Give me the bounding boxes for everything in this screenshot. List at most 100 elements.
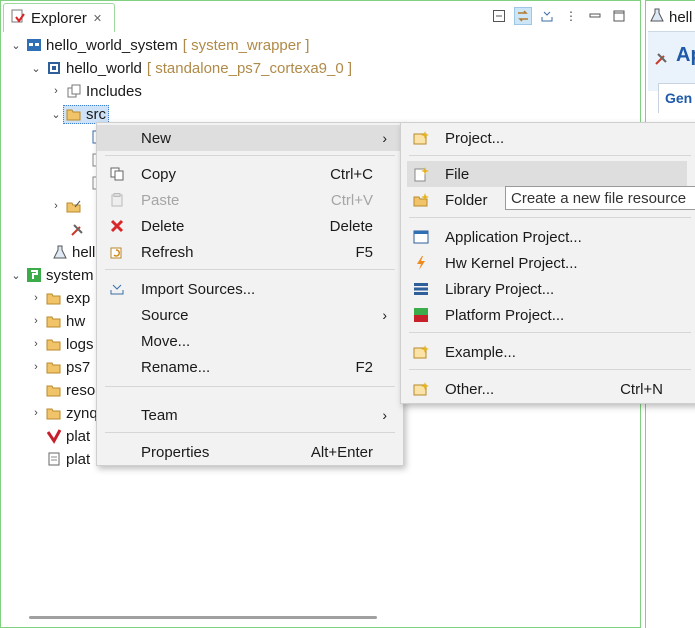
new-other-icon xyxy=(413,381,429,397)
explorer-icon xyxy=(10,8,26,28)
platform-project-icon xyxy=(26,267,42,283)
menu-item-other[interactable]: Other... Ctrl+N xyxy=(401,376,695,402)
maximize-icon[interactable] xyxy=(610,7,628,25)
view-menu-icon[interactable]: ⋮ xyxy=(562,7,580,25)
tree-item-exp[interactable]: › exp xyxy=(29,287,90,309)
menu-item-label: Library Project... xyxy=(445,280,555,298)
menu-item-refresh[interactable]: Refresh F5 xyxy=(97,239,403,265)
menu-item-source[interactable]: Source › xyxy=(97,302,403,328)
menu-item-file[interactable]: File xyxy=(407,161,687,187)
minimize-icon[interactable] xyxy=(586,7,604,25)
menu-item-example[interactable]: Example... xyxy=(401,339,695,365)
view-toolbar: ⋮ xyxy=(490,7,628,25)
menu-separator xyxy=(105,155,395,156)
menu-item-rename[interactable]: Rename... F2 xyxy=(97,354,403,380)
chevron-right-icon: › xyxy=(382,130,387,146)
close-icon[interactable]: ✕ xyxy=(93,12,102,25)
menu-item-move[interactable]: Move... xyxy=(97,328,403,354)
menu-item-new[interactable]: New › xyxy=(97,125,403,151)
copy-icon xyxy=(109,166,125,182)
tree-item-system[interactable]: ⌄ system xyxy=(9,264,93,286)
tree-item-hw[interactable]: › hw xyxy=(29,310,85,332)
menu-item-shortcut: Ctrl+V xyxy=(330,191,373,209)
tree-item-hello-world-system[interactable]: ⌄ hello_world_system [ system_wrapper ] xyxy=(9,34,309,56)
tree-item-plat[interactable]: plat xyxy=(43,425,90,447)
includes-icon xyxy=(66,83,82,99)
tools-icon xyxy=(654,50,670,70)
tree-item-decoration: [ system_wrapper ] xyxy=(182,36,310,54)
menu-separator xyxy=(409,217,691,218)
tree-item-label: hello_world_system xyxy=(46,36,178,54)
menu-item-project[interactable]: Project... xyxy=(401,125,695,151)
menu-item-shortcut: Alt+Enter xyxy=(310,443,373,461)
menu-item-library-project[interactable]: Library Project... xyxy=(401,276,695,302)
tree-item-config[interactable] xyxy=(67,218,90,240)
menu-item-label: Platform Project... xyxy=(445,306,565,324)
menu-item-label: File xyxy=(445,165,470,183)
editor-tab[interactable]: hell xyxy=(646,3,695,31)
import-icon xyxy=(109,281,125,297)
folder-icon xyxy=(46,313,62,329)
chevron-down-icon[interactable]: ⌄ xyxy=(9,39,23,52)
menu-item-copy[interactable]: Copy Ctrl+C xyxy=(97,161,403,187)
link-with-editor-icon[interactable] xyxy=(514,7,532,25)
tree-item-label: hell xyxy=(72,243,96,261)
new-file-icon xyxy=(413,166,429,182)
tree-item-folder[interactable]: › xyxy=(49,195,86,217)
chevron-down-icon[interactable]: ⌄ xyxy=(49,108,63,121)
tree-item-label: plat xyxy=(66,450,91,468)
menu-item-shortcut: F2 xyxy=(355,358,373,376)
folder-icon xyxy=(46,405,62,421)
tree-item-ps7[interactable]: › ps7 xyxy=(29,356,90,378)
tree-item-includes[interactable]: › Includes xyxy=(49,80,142,102)
chevron-right-icon[interactable]: › xyxy=(29,361,43,373)
flask-icon xyxy=(650,8,664,26)
horizontal-scrollbar[interactable] xyxy=(29,616,377,619)
lightning-icon xyxy=(413,255,429,271)
library-project-icon xyxy=(413,281,429,297)
menu-item-team[interactable]: Team › xyxy=(97,402,403,428)
menu-item-hw-kernel-project[interactable]: Hw Kernel Project... xyxy=(401,250,695,276)
menu-item-label: Copy xyxy=(141,165,177,183)
menu-item-label: Example... xyxy=(445,343,516,361)
chevron-right-icon[interactable]: › xyxy=(29,315,43,327)
tree-item-decoration: [ standalone_ps7_cortexa9_0 ] xyxy=(146,59,353,77)
tree-item-label: exp xyxy=(66,289,91,307)
folder-icon xyxy=(46,359,62,375)
menu-item-label: Refresh xyxy=(141,243,194,261)
collapse-all-icon[interactable] xyxy=(490,7,508,25)
chevron-right-icon[interactable]: › xyxy=(29,338,43,350)
menu-item-shortcut: F5 xyxy=(355,243,373,261)
chevron-right-icon[interactable]: › xyxy=(49,200,63,212)
tree-item-hello-world[interactable]: ⌄ hello_world [ standalone_ps7_cortexa9_… xyxy=(29,57,352,79)
chevron-right-icon[interactable]: › xyxy=(49,85,63,97)
menu-item-application-project[interactable]: Application Project... xyxy=(401,224,695,250)
selected-item[interactable]: src xyxy=(63,104,109,124)
tree-item-reso[interactable]: reso xyxy=(43,379,95,401)
menu-item-properties[interactable]: Properties Alt+Enter xyxy=(97,439,403,465)
menu-item-label: Import Sources... xyxy=(141,280,256,298)
tree-item-label: logs xyxy=(66,335,94,353)
folder-open-icon xyxy=(66,106,82,122)
tree-item-logs[interactable]: › logs xyxy=(29,333,94,355)
chevron-right-icon[interactable]: › xyxy=(29,407,43,419)
tab-general[interactable]: Gen xyxy=(658,83,695,113)
file-icon xyxy=(46,451,62,467)
menu-item-platform-project[interactable]: Platform Project... xyxy=(401,302,695,328)
editor-tab-title: hell xyxy=(669,8,693,26)
explorer-tab[interactable]: Explorer ✕ xyxy=(3,3,115,32)
new-project-icon xyxy=(413,130,429,146)
chevron-down-icon[interactable]: ⌄ xyxy=(9,269,23,282)
menu-item-label: Project... xyxy=(445,129,505,147)
import-icon[interactable] xyxy=(538,7,556,25)
chevron-down-icon[interactable]: ⌄ xyxy=(29,62,43,75)
menu-separator xyxy=(409,369,691,370)
tree-item-hell[interactable]: hell xyxy=(49,241,95,263)
menu-item-import-sources[interactable]: Import Sources... xyxy=(97,276,403,302)
menu-item-delete[interactable]: Delete Delete xyxy=(97,213,403,239)
new-folder-icon xyxy=(413,192,429,208)
tree-item-zynq[interactable]: › zynq xyxy=(29,402,98,424)
tree-item-plat[interactable]: plat xyxy=(43,448,90,470)
chevron-right-icon[interactable]: › xyxy=(29,292,43,304)
tree-item-label: src xyxy=(86,105,106,123)
